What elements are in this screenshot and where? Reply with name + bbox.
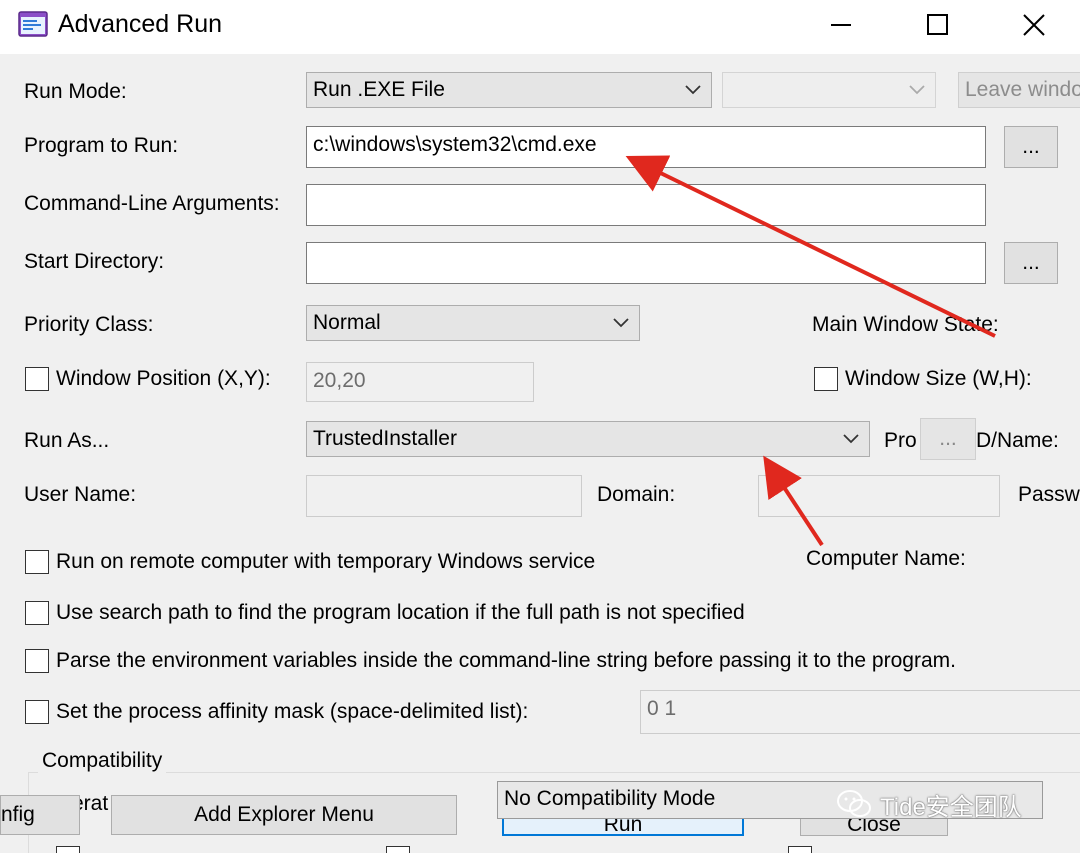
watermark-text: Tide安全团队 <box>880 793 1022 821</box>
parse-environment-label: Parse the environment variables inside t… <box>56 649 956 672</box>
affinity-mask-label: Set the process affinity mask (space-del… <box>56 700 529 723</box>
chevron-down-icon <box>685 85 701 95</box>
command-line-arguments-label: Command-Line Arguments: <box>24 192 280 215</box>
search-path-label: Use search path to find the program loca… <box>56 601 745 624</box>
computer-name-label: Computer Name: <box>806 547 966 570</box>
password-label: Passw <box>1018 483 1080 506</box>
run-mode-label: Run Mode: <box>24 80 127 103</box>
window-position-checkbox[interactable] <box>25 367 49 391</box>
priority-class-label: Priority Class: <box>24 313 154 336</box>
window-position-label: Window Position (X,Y): <box>56 367 271 390</box>
search-path-checkbox[interactable] <box>25 601 49 625</box>
start-directory-label: Start Directory: <box>24 250 165 273</box>
parse-environment-checkbox[interactable] <box>25 649 49 673</box>
bottom-checkbox-3[interactable] <box>788 846 812 853</box>
compatibility-group-title: Compatibility <box>38 748 167 774</box>
chevron-down-icon <box>909 85 925 95</box>
advanced-run-app-icon <box>18 11 48 37</box>
user-name-input[interactable] <box>306 475 582 517</box>
run-mode-value: Run .EXE File <box>313 78 445 101</box>
priority-class-select[interactable]: Normal <box>306 305 640 341</box>
remote-computer-label: Run on remote computer with temporary Wi… <box>56 550 596 573</box>
minimize-icon <box>831 24 851 26</box>
window-position-input[interactable]: 20,20 <box>306 362 534 402</box>
bottom-checkbox-2[interactable] <box>386 846 410 853</box>
run-mode-secondary-select[interactable] <box>722 72 936 108</box>
title-bar: Advanced Run <box>0 0 1080 54</box>
chevron-down-icon <box>843 434 859 444</box>
browse-start-directory-button[interactable]: ... <box>1004 242 1058 284</box>
domain-input[interactable] <box>758 475 1000 517</box>
run-as-select[interactable]: TrustedInstaller <box>306 421 870 457</box>
window-size-checkbox[interactable] <box>814 367 838 391</box>
maximize-icon <box>927 14 948 35</box>
watermark: Tide安全团队 <box>836 786 1022 822</box>
user-name-label: User Name: <box>24 483 137 506</box>
priority-class-value: Normal <box>313 311 381 334</box>
process-id-label-start: Pro <box>884 429 917 452</box>
remote-computer-checkbox[interactable] <box>25 550 49 574</box>
affinity-mask-checkbox[interactable] <box>25 700 49 724</box>
program-to-run-input[interactable]: c:\windows\system32\cmd.exe <box>306 126 986 168</box>
program-to-run-label: Program to Run: <box>24 134 179 157</box>
bottom-checkbox-1[interactable] <box>56 846 80 853</box>
config-button[interactable]: nfig <box>0 795 80 835</box>
add-explorer-menu-button[interactable]: Add Explorer Menu <box>111 795 457 835</box>
chevron-down-icon <box>613 318 629 328</box>
leave-window-button[interactable]: Leave windo <box>958 72 1080 108</box>
start-directory-input[interactable] <box>306 242 986 284</box>
process-picker-button[interactable]: ... <box>920 418 976 460</box>
wechat-icon <box>837 790 871 817</box>
close-window-button[interactable] <box>1002 0 1066 50</box>
advanced-run-window: Advanced Run Run Mode: Run .EXE File Lea… <box>0 0 1080 853</box>
run-as-label: Run As... <box>24 429 110 452</box>
process-id-label-end: D/Name: <box>976 429 1059 452</box>
run-mode-select[interactable]: Run .EXE File <box>306 72 712 108</box>
browse-program-button[interactable]: ... <box>1004 126 1058 168</box>
compatibility-mode-value: No Compatibility Mode <box>504 787 716 810</box>
window-title: Advanced Run <box>58 10 223 38</box>
maximize-button[interactable] <box>906 0 970 50</box>
main-window-state-label: Main Window State: <box>812 313 999 336</box>
window-size-label: Window Size (W,H): <box>845 367 1032 390</box>
close-icon <box>1023 14 1045 36</box>
run-as-value: TrustedInstaller <box>313 427 457 450</box>
affinity-mask-input[interactable]: 0 1 <box>640 690 1080 734</box>
command-line-arguments-input[interactable] <box>306 184 986 226</box>
domain-label: Domain: <box>597 483 676 506</box>
minimize-button[interactable] <box>810 0 874 50</box>
